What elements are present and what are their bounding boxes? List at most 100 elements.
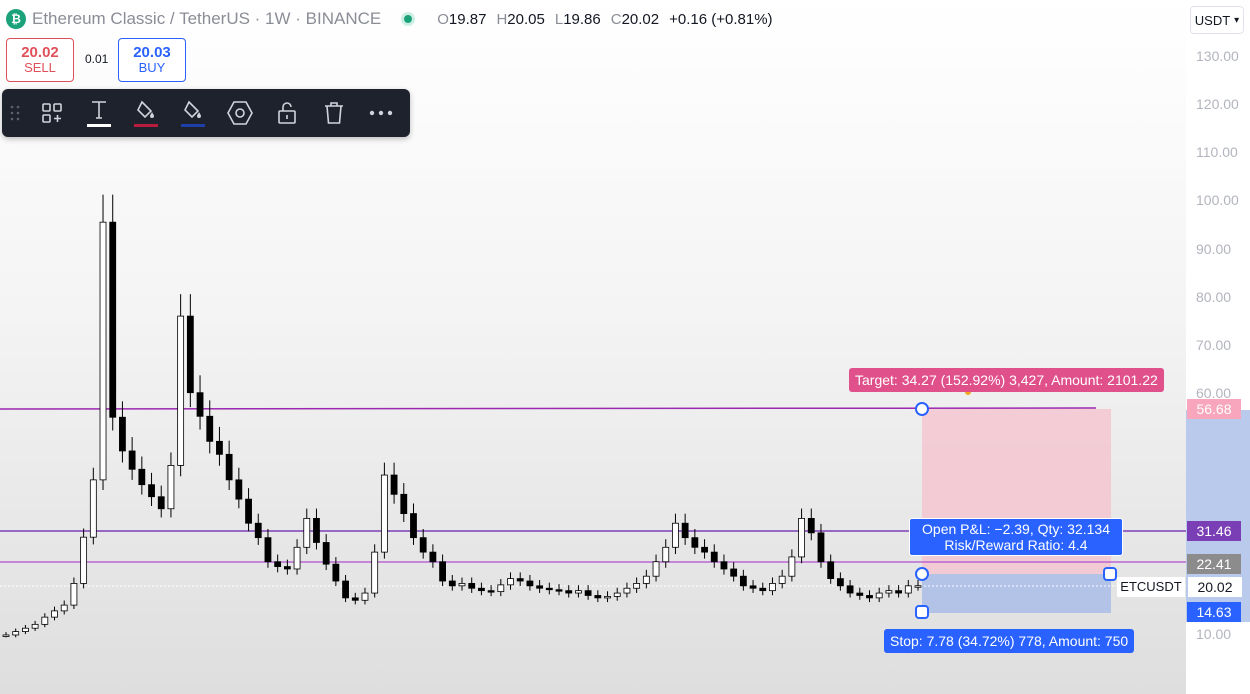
pnl-info-label[interactable]: Open P&L: −2.39, Qty: 32.134 Risk/Reward… [909,518,1123,556]
stop-price-label: 14.63 [1187,602,1241,622]
stop-info-label[interactable]: Stop: 7.78 (34.72%) 778, Amount: 750 [884,629,1135,653]
stop-handle[interactable] [915,605,929,619]
candle-body [836,578,844,587]
price-tick: 80.00 [1196,289,1232,305]
delete-icon[interactable] [310,89,357,137]
add-object-icon[interactable] [28,89,75,137]
candle-body [177,315,185,466]
lock-icon[interactable] [263,89,310,137]
candle-body [235,479,243,500]
ohlc-change: +0.16 (+0.81%) [669,10,773,28]
candle-body [167,465,175,510]
candles-group [2,194,922,638]
candle-body [41,616,49,625]
fill-color-icon[interactable] [169,89,216,137]
currency-selector[interactable]: USDT ▾ [1190,6,1244,34]
ohlc-open: O19.87 [437,10,487,28]
candle-body [730,568,738,577]
drag-handle-icon[interactable] [2,89,28,137]
market-open-icon [401,12,416,26]
level-31-price-label: 31.46 [1187,521,1241,541]
candle-body [138,468,146,486]
candle-body [545,587,553,591]
ohlc-values: O19.87 H20.05 L19.86 C20.02 +0.16 (+0.81… [437,11,772,28]
candle-body [448,580,456,587]
candle-body [536,585,544,589]
target-price-label: 56.68 [1187,399,1241,419]
candle-body [885,590,893,594]
candle-body [914,585,922,588]
target-handle[interactable] [915,402,929,416]
sell-price: 20.02 [21,43,59,61]
chevron-down-icon: ▾ [1234,14,1240,26]
candle-body [371,551,379,594]
candle-body [80,536,88,584]
candle-body [672,522,679,548]
candle-body [196,392,204,417]
more-icon[interactable] [357,89,404,137]
buy-button[interactable]: 20.03 BUY [118,38,186,82]
etc-logo-icon: ₿ [6,9,26,29]
candle-body [468,583,476,589]
candle-body [22,627,29,632]
candle-body [51,610,58,618]
candle-body [642,575,650,584]
candle-body [623,587,631,594]
candle-body [274,561,282,567]
candle-body [691,537,699,548]
price-tick: 120.00 [1196,96,1239,112]
symbol-title[interactable]: Ethereum Classic / TetherUS · 1W · BINAN… [32,9,381,29]
candle-body [332,563,340,582]
candle-body [12,631,20,636]
candle-body [798,518,805,558]
chart-header: ₿ Ethereum Classic / TetherUS · 1W · BIN… [6,6,773,32]
candle-body [739,575,747,587]
candle-body [749,585,757,589]
candle-body [283,566,291,570]
candle-body [555,589,563,592]
candle-body [662,546,670,563]
sell-button[interactable]: 20.02 SELL [6,38,74,82]
text-icon[interactable] [75,89,122,137]
candle-body [400,493,408,514]
candle-body [516,578,524,582]
price-tick: 100.00 [1196,192,1239,208]
candle-body [788,556,796,577]
drawing-toolbar [2,89,410,137]
candle-body [293,546,301,570]
candle-body [778,575,786,584]
symbol-price-label: ETCUSDT [1117,577,1185,597]
candle-body [613,592,621,597]
candle-body [565,590,573,594]
candle-body [148,484,155,498]
candle-body [410,513,417,539]
entry-right-handle[interactable] [1103,567,1117,581]
candle-body [225,453,233,481]
candle-body [652,561,660,577]
target-info-label[interactable]: Target: 34.27 (152.92%) 3,427, Amount: 2… [849,368,1164,392]
candle-body [361,592,369,601]
buy-price: 20.03 [133,43,171,61]
level-22-price-label: 22.41 [1187,554,1241,574]
candle-body [895,590,902,594]
candle-body [584,590,592,596]
candle-body [594,595,602,599]
candle-body [380,474,388,553]
target-level-line[interactable] [0,407,1097,410]
line-color-icon[interactable] [122,89,169,137]
candle-body [390,474,398,495]
candle-body [2,634,10,637]
settings-hexagon-icon[interactable] [216,89,263,137]
risk-reward-line: Risk/Reward Ratio: 4.4 [944,537,1088,553]
ohlc-high: H20.05 [496,10,545,28]
candle-body [313,518,320,543]
candle-body [99,221,107,481]
candle-body [429,551,437,563]
candle-body [70,583,78,606]
candle-body [487,590,495,593]
candle-body [31,623,39,629]
candle-body [128,450,136,470]
entry-handle[interactable] [915,567,929,581]
candle-body [604,596,611,599]
candle-body [846,585,854,594]
